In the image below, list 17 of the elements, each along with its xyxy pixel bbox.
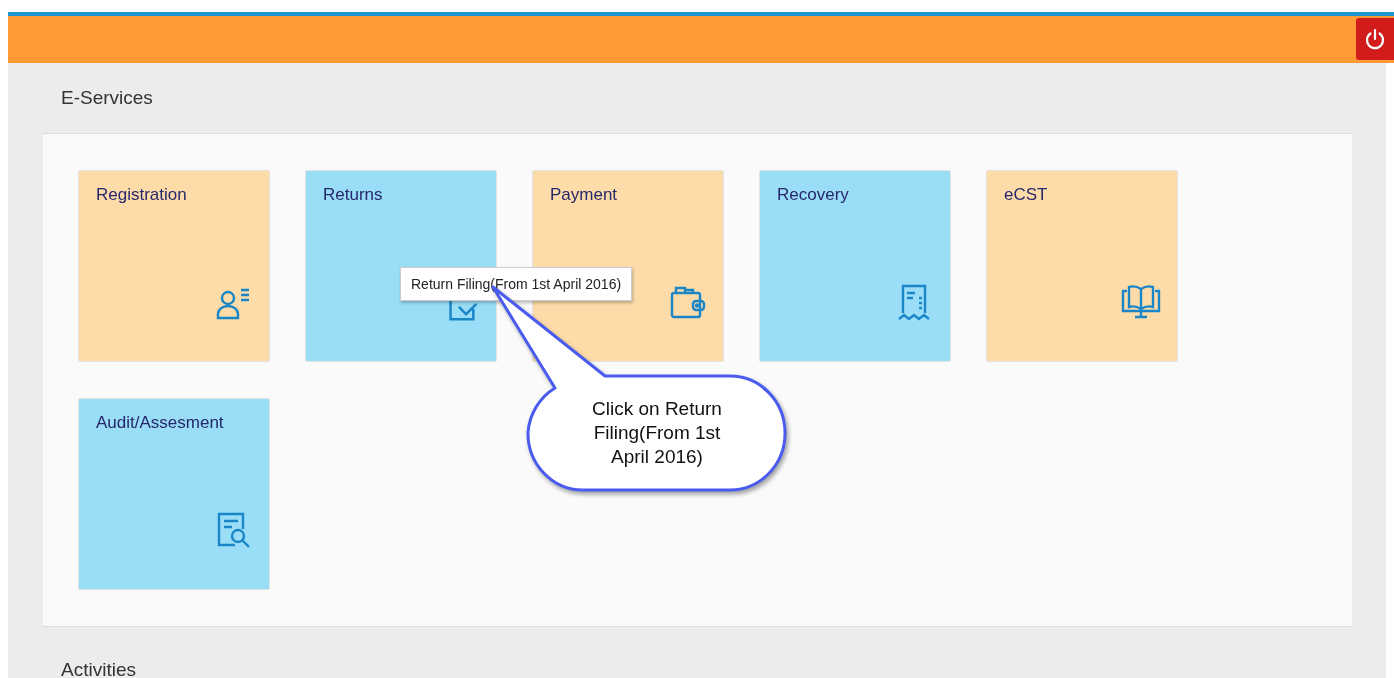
power-icon <box>1364 28 1386 50</box>
tile-title: Audit/Assesment <box>96 413 225 433</box>
power-button[interactable] <box>1356 18 1394 60</box>
section-title: E-Services <box>61 87 153 109</box>
section-title: Activities <box>61 659 136 678</box>
callout-text: Click on Return Filing(From 1st April 2016) <box>591 397 723 469</box>
book-monitor-icon <box>1121 283 1161 321</box>
tooltip: Return Filing(From 1st April 2016) <box>400 267 633 301</box>
service-tile[interactable]: Audit/Assesment <box>78 398 270 590</box>
tile-title: Returns <box>323 185 384 205</box>
tile-title: Payment <box>550 185 619 205</box>
tile-title: Registration <box>96 185 188 205</box>
tile-title: Recovery <box>777 185 850 205</box>
service-tile[interactable]: Registration <box>78 170 270 362</box>
service-tile[interactable]: Recovery <box>759 170 951 362</box>
service-tile[interactable]: eCST <box>986 170 1178 362</box>
tile-title: eCST <box>1004 185 1049 205</box>
